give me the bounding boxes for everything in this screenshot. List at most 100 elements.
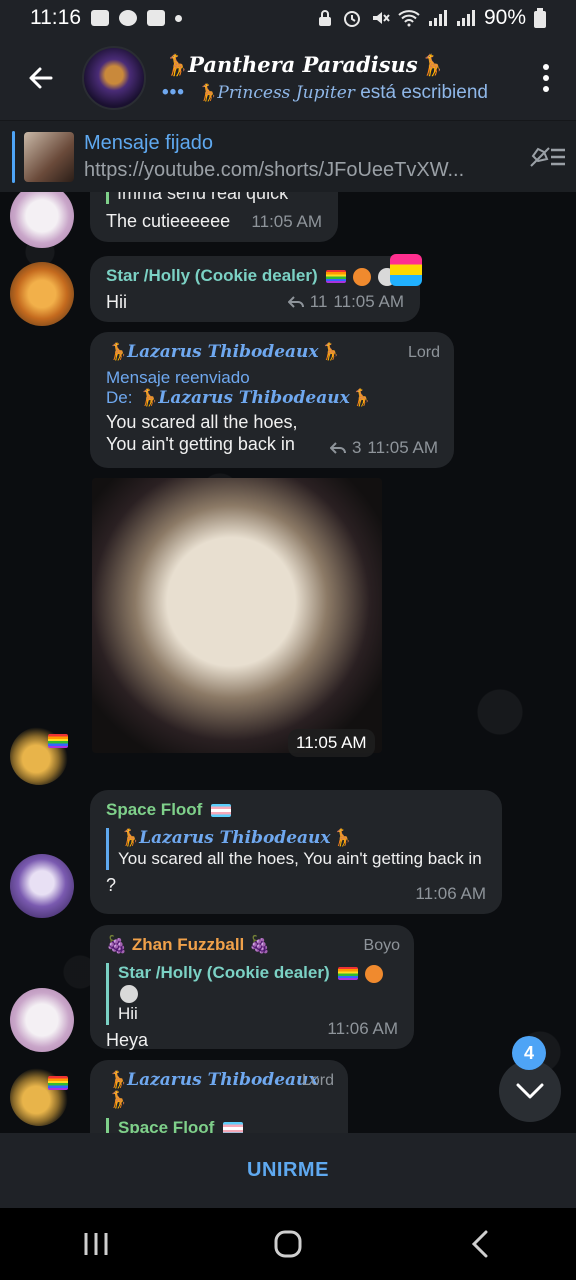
trans-flag-icon [211, 804, 232, 818]
system-back-button[interactable] [450, 1214, 510, 1274]
pinned-title: Mensaje fijado [84, 131, 213, 154]
admin-title: Lord [301, 1072, 334, 1089]
battery-icon [534, 8, 546, 28]
typing-dots: ••• [162, 82, 185, 103]
fox-icon [353, 267, 372, 286]
message-bubble[interactable]: Imma send real quick The cutieeeeee 11:0… [90, 192, 338, 242]
more-menu-button[interactable] [516, 36, 576, 120]
message-time: 11:05 AM [288, 729, 375, 757]
admin-title: Boyo [363, 937, 400, 954]
message-bubble[interactable]: Space Floof 🦒Lazarus Thibodeaux🦒 You sca… [90, 790, 502, 914]
recents-icon [84, 1233, 108, 1255]
reply-quote[interactable]: 🦒Lazarus Thibodeaux🦒 You scared all the … [106, 828, 486, 870]
forwarded-label: Mensaje reenviado [106, 368, 250, 387]
signal-2-icon [456, 10, 475, 26]
typing-status: ••• 🦒Princess Jupiter está escribiend [162, 82, 516, 104]
message-list[interactable]: Imma send real quick The cutieeeeee 11:0… [0, 192, 576, 1133]
pinned-thumbnail [24, 131, 74, 182]
clock: 11:16 [30, 6, 81, 29]
chevron-down-icon [516, 1083, 544, 1099]
dot-icon [543, 64, 549, 70]
dot-icon [543, 75, 549, 81]
chevron-left-icon [471, 1230, 488, 1258]
message-bubble[interactable]: Star /Holly (Cookie dealer) Hii 11 11:05… [90, 254, 422, 322]
join-button[interactable]: UNIRME [247, 1159, 329, 1182]
typing-text: está escribiend [360, 82, 488, 103]
status-bar: 11:16 90% [0, 0, 576, 36]
forwarded-from-name: 🦒Lazarus Thibodeaux🦒 [137, 388, 371, 408]
quote-text: You scared all the hoes, You ain't getti… [118, 849, 482, 868]
rainbow-flag-icon [338, 967, 359, 981]
quote-sender-text: Star /Holly (Cookie dealer) [118, 963, 330, 982]
battery-percent: 90% [483, 6, 526, 29]
message-time: 11:05 AM [251, 212, 322, 231]
typing-user: 🦒Princess Jupiter [196, 83, 355, 103]
whatsapp-notification-icon [119, 10, 137, 26]
message-text: You scared all the hoes, [106, 412, 298, 432]
message-bubble[interactable]: 🍇 Zhan Fuzzball 🍇 Boyo Star /Holly (Cook… [90, 925, 414, 1050]
signal-icon [428, 10, 447, 26]
alarm-icon [343, 11, 360, 27]
message-time: 11:06 AM [327, 1019, 398, 1038]
message-time: 11:05 AM [333, 292, 404, 311]
sender-name: 🦒Lazarus Thibodeaux🦒 [106, 1070, 319, 1110]
quote-sender-text: Space Floof [118, 1118, 215, 1133]
rabbit-icon [120, 984, 138, 1003]
reply-quote[interactable]: Space Floof ? [106, 1118, 332, 1133]
reply-icon [287, 296, 304, 308]
system-nav-bar [0, 1208, 576, 1280]
quote-sender: Space Floof [118, 1118, 332, 1133]
reply-quote[interactable]: Star /Holly (Cookie dealer) Hii [106, 963, 398, 1025]
gallery-notification-icon [91, 10, 109, 26]
pinned-indicator [12, 131, 15, 183]
group-avatar[interactable] [82, 46, 146, 110]
reply-icon [329, 442, 346, 454]
quote-sender: 🦒Lazarus Thibodeaux🦒 [118, 828, 352, 848]
rainbow-flag-icon [48, 1076, 68, 1090]
rainbow-flag-icon [326, 270, 347, 284]
admin-title: Lord [407, 344, 440, 361]
sender-name: 🦒Lazarus Thibodeaux🦒 [106, 342, 340, 362]
pinned-url: https://youtube.com/shorts/JFoUeeTvXW... [84, 158, 465, 181]
back-button[interactable] [0, 36, 82, 120]
reply-count[interactable]: 11 [310, 292, 328, 312]
forwarded-from[interactable]: De: 🦒Lazarus Thibodeaux🦒 [106, 388, 438, 408]
avatar[interactable] [10, 262, 74, 326]
join-bar: UNIRME [0, 1133, 576, 1208]
reply-count[interactable]: 3 [352, 438, 361, 458]
message-time: 11:06 AM [415, 884, 486, 903]
pansexual-flag-icon [390, 254, 422, 286]
sticker-image[interactable] [92, 478, 382, 753]
unread-badge: 4 [512, 1036, 546, 1070]
message-time: 11:05 AM [367, 438, 438, 457]
sender-name: 🍇 Zhan Fuzzball 🍇 [106, 935, 271, 954]
group-title: 🦒Panthera Paradisus🦒 [162, 52, 444, 77]
sender-name: Star /Holly (Cookie dealer) [106, 266, 404, 286]
wifi-icon [398, 10, 420, 27]
fox-icon [365, 964, 384, 983]
message-bubble[interactable]: 🦒Lazarus Thibodeaux🦒 Lord Mensaje reenvi… [90, 332, 454, 468]
sender-name-text: Star /Holly (Cookie dealer) [106, 266, 318, 285]
lock-icon [318, 10, 331, 26]
home-icon [274, 1230, 302, 1258]
message-bubble[interactable]: 🦒Lazarus Thibodeaux🦒 Lord Space Floof ? [90, 1060, 348, 1133]
pinned-message[interactable]: Mensaje fijado https://youtube.com/short… [0, 120, 576, 192]
chat-header: 🦒Panthera Paradisus🦒 ••• 🦒Princess Jupit… [0, 36, 576, 120]
dot-icon [543, 86, 549, 92]
arrow-left-icon [29, 67, 53, 89]
avatar[interactable] [10, 192, 74, 248]
home-button[interactable] [258, 1214, 318, 1274]
quote-sender: Star /Holly (Cookie dealer) [118, 963, 398, 1003]
youtube-notification-icon [147, 10, 165, 26]
avatar[interactable] [10, 854, 74, 918]
mute-icon [372, 12, 390, 24]
unpin-list-icon [530, 146, 565, 167]
sender-name: Space Floof [106, 800, 486, 820]
recents-button[interactable] [66, 1214, 126, 1274]
pinned-list-button[interactable] [520, 144, 576, 170]
forwarded-from-prefix: De: [106, 388, 133, 407]
message-text: Imma send real quick [106, 192, 322, 204]
rainbow-flag-icon [48, 734, 68, 748]
avatar[interactable] [10, 988, 74, 1052]
group-info[interactable]: 🦒Panthera Paradisus🦒 ••• 🦒Princess Jupit… [162, 52, 516, 104]
